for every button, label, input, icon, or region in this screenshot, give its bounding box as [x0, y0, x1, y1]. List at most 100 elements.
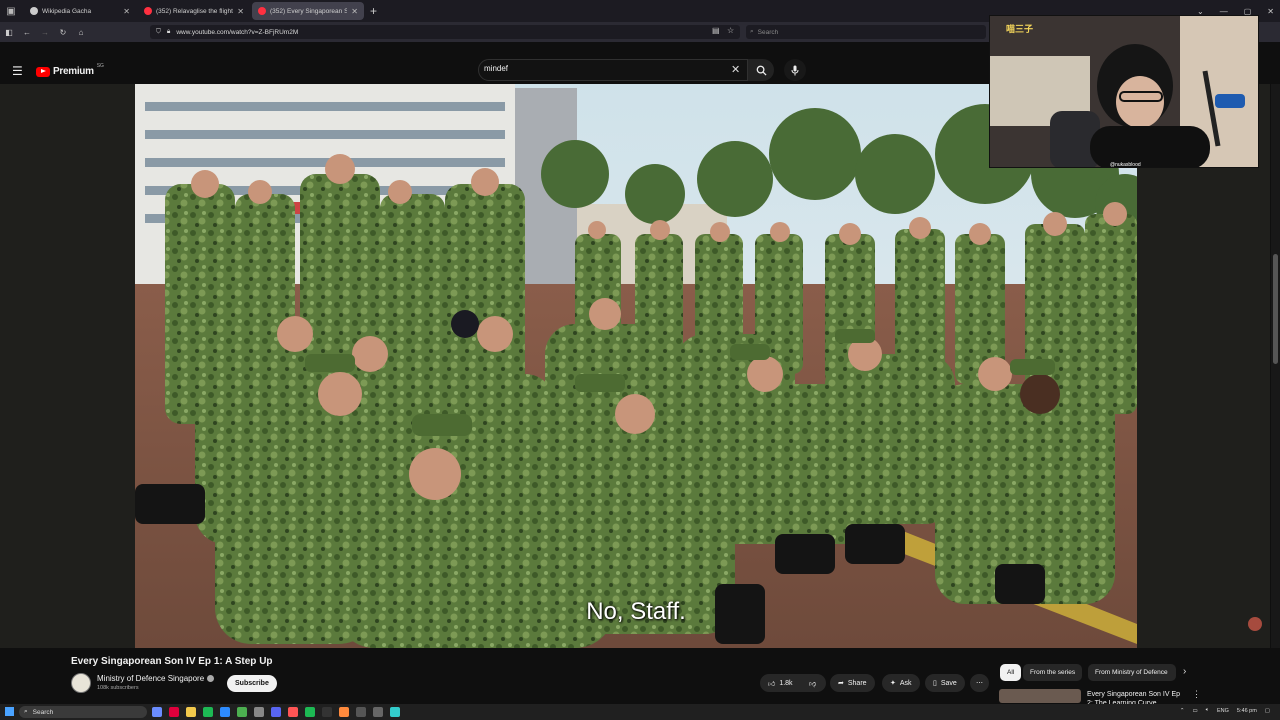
microphone-icon	[791, 65, 799, 75]
start-icon[interactable]	[5, 707, 14, 716]
tab-list-icon[interactable]: ▣	[0, 0, 22, 22]
chip-from-channel[interactable]: From Ministry of Defence	[1088, 664, 1176, 681]
reload-icon[interactable]: ↻	[54, 28, 72, 37]
browser-search-box[interactable]: ⌕ Search	[746, 25, 986, 39]
share-icon: ➦	[838, 680, 844, 687]
network-icon[interactable]: ▭	[1192, 708, 1197, 714]
app-icon[interactable]	[152, 707, 162, 717]
thumbs-up-icon: 👍︎	[768, 680, 776, 688]
os-taskbar: ⌕ Search ⌃ ▭ 🔈︎ ENG 5:46 pm ▢	[0, 704, 1280, 720]
dislike-button[interactable]: 👎︎	[802, 674, 826, 692]
webcam-sign-text: 喵三子	[1006, 24, 1034, 34]
notification-icon[interactable]: ▢	[1265, 708, 1270, 714]
chip-from-series[interactable]: From the series	[1023, 664, 1083, 681]
app-icon[interactable]	[254, 707, 264, 717]
save-button[interactable]: ▯ Save	[925, 674, 965, 692]
more-actions-button[interactable]: ⋯	[970, 674, 989, 692]
app-icon[interactable]	[390, 707, 400, 717]
recommendation-title[interactable]: Every Singaporean Son IV Ep 2: The Learn…	[1087, 690, 1187, 704]
clock[interactable]: 5:46 pm	[1237, 708, 1257, 714]
tab-wikipedia-gacha[interactable]: Wikipedia Gacha ✕	[24, 2, 136, 20]
app-icon[interactable]	[305, 707, 315, 717]
search-placeholder: Search	[757, 28, 779, 36]
like-button[interactable]: 👍︎ 1.8k	[760, 674, 802, 692]
search-button[interactable]	[748, 59, 774, 81]
chevron-right-icon[interactable]: ›	[1183, 666, 1186, 677]
taskbar-apps	[152, 707, 400, 717]
app-icon[interactable]	[169, 707, 179, 717]
verified-icon	[207, 675, 215, 683]
tab-favicon-icon	[258, 7, 266, 15]
lock-icon[interactable]: 🔒︎	[167, 28, 170, 36]
shield-icon[interactable]: ⛉	[156, 28, 161, 36]
clear-search-icon[interactable]: ✕	[731, 63, 740, 76]
url-text[interactable]: www.youtube.com/watch?v=Z-BFjRUm2M	[176, 29, 298, 36]
ask-button[interactable]: ✦ Ask	[882, 674, 920, 692]
chip-all[interactable]: All	[1000, 664, 1022, 681]
tab-youtube-every-singaporean-son[interactable]: (352) Every Singaporean So ✕	[252, 2, 364, 20]
youtube-logo[interactable]: Premium SG	[36, 63, 104, 77]
app-icon[interactable]	[220, 707, 230, 717]
folder-icon[interactable]	[186, 707, 196, 717]
close-icon[interactable]: ✕	[123, 7, 130, 16]
taskbar-search[interactable]: ⌕ Search	[19, 706, 147, 718]
ask-label: Ask	[899, 679, 912, 687]
video-player[interactable]: No, Staff.	[135, 84, 1137, 648]
channel-avatar[interactable]	[71, 673, 91, 693]
search-icon: ⌕	[24, 708, 28, 715]
spotify-icon[interactable]	[203, 707, 213, 717]
reader-icon[interactable]: ▤	[712, 26, 720, 35]
menu-icon[interactable]: ☰	[12, 64, 23, 78]
youtube-play-icon	[36, 66, 50, 77]
firefox-icon[interactable]	[339, 707, 349, 717]
obs-icon[interactable]	[373, 707, 383, 717]
volume-icon[interactable]: 🔈︎	[1206, 707, 1209, 714]
right-background	[1137, 84, 1270, 648]
logo-text: Premium	[53, 66, 94, 77]
tab-youtube-relavaglise[interactable]: (352) Relavaglise the flight ✕	[138, 2, 250, 20]
close-icon[interactable]: ✕	[351, 7, 358, 16]
thumbs-down-icon: 👎︎	[809, 680, 817, 688]
recommendation-thumbnail[interactable]	[999, 689, 1081, 703]
system-tray: ⌃ ▭ 🔈︎ ENG 5:46 pm ▢	[1180, 707, 1270, 714]
scrollbar[interactable]	[1271, 84, 1280, 648]
streamer-webcam-overlay: 喵三子 @nukasblood	[989, 15, 1259, 168]
share-button[interactable]: ➦ Share	[830, 674, 875, 692]
youtube-search-input[interactable]	[484, 64, 724, 73]
app-icon[interactable]	[237, 707, 247, 717]
tab-label: (352) Every Singaporean So	[270, 7, 348, 15]
sparkle-icon: ✦	[890, 680, 896, 687]
url-bar[interactable]: ⛉ 🔒︎ www.youtube.com/watch?v=Z-BFjRUm2M	[150, 25, 740, 39]
save-label: Save	[940, 679, 957, 687]
recommendation-menu-icon[interactable]: ⋮	[1192, 689, 1201, 700]
app-icon[interactable]	[356, 707, 366, 717]
chevron-up-icon[interactable]: ⌃	[1180, 708, 1185, 714]
close-window-icon[interactable]: ✕	[1267, 7, 1274, 16]
language-indicator[interactable]: ENG	[1217, 708, 1229, 714]
app-icon[interactable]	[322, 707, 332, 717]
discord-icon[interactable]	[271, 707, 281, 717]
scrollbar-thumb[interactable]	[1273, 254, 1278, 364]
app-icon[interactable]	[288, 707, 298, 717]
subscriber-count: 108k subscribers	[97, 685, 139, 691]
tab-favicon-icon	[144, 7, 152, 15]
bookmark-icon: ▯	[933, 680, 937, 687]
like-count: 1.8k	[779, 679, 793, 687]
taskbar-search-label: Search	[32, 708, 54, 716]
channel-name[interactable]: Ministry of Defence Singapore	[97, 674, 204, 683]
close-icon[interactable]: ✕	[237, 7, 244, 16]
forward-icon[interactable]: →	[36, 28, 54, 37]
new-tab-button[interactable]: +	[370, 4, 377, 18]
home-icon[interactable]: ⌂	[72, 28, 90, 37]
voice-search-button[interactable]	[784, 59, 806, 81]
video-title: Every Singaporean Son IV Ep 1: A Step Up	[71, 656, 273, 667]
tab-favicon-icon	[30, 7, 38, 15]
search-icon	[756, 65, 767, 76]
back-icon[interactable]: ←	[18, 28, 36, 37]
webcam-image	[990, 16, 1258, 167]
bookmark-star-icon[interactable]: ☆	[727, 26, 734, 35]
sidebar-toggle-icon[interactable]: ◧	[0, 28, 18, 37]
subscribe-button[interactable]: Subscribe	[227, 675, 277, 692]
share-label: Share	[847, 679, 867, 687]
channel-name-row[interactable]: Ministry of Defence Singapore	[97, 674, 215, 683]
